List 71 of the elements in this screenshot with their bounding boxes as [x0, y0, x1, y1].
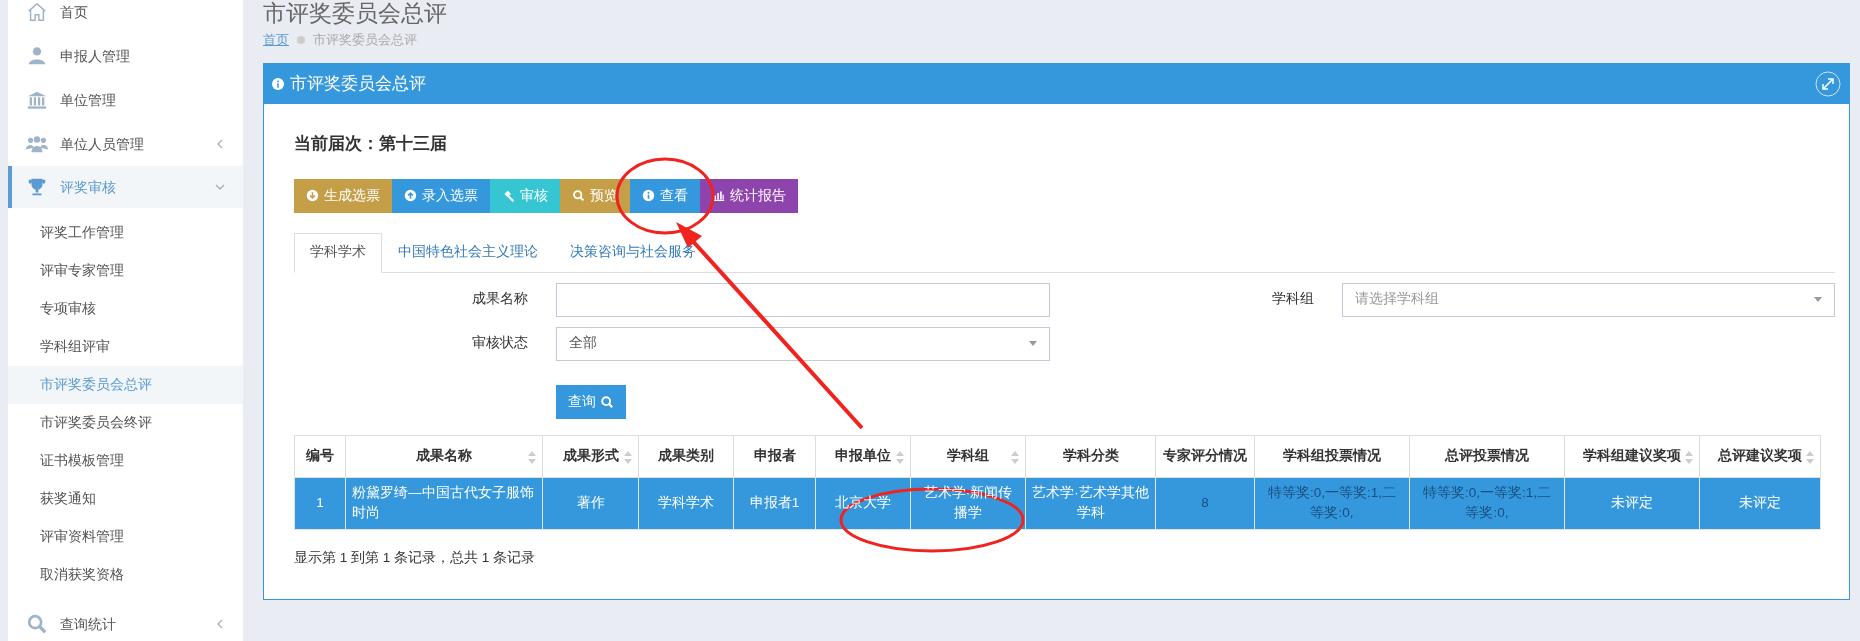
chevron-down-icon — [215, 182, 225, 192]
panel-title: 市评奖委员会总评 — [290, 73, 427, 96]
sidebar-subitem[interactable]: 学科组评审 — [8, 328, 243, 366]
gavel-icon — [502, 189, 515, 202]
table-cell: 艺术学·艺术学其他学科 — [1025, 477, 1156, 529]
caret-icon — [1814, 297, 1822, 302]
chevron-left-icon — [215, 619, 225, 629]
column-header[interactable]: 成果形式 — [542, 435, 639, 477]
table-cell: 未评定 — [1699, 477, 1821, 529]
text-field[interactable] — [556, 282, 1050, 317]
column-header: 编号 — [294, 435, 346, 477]
table-cell: 粉黛罗绮—中国古代女子服饰时尚 — [345, 477, 543, 529]
column-header[interactable]: 申报单位 — [815, 435, 911, 477]
toolbar-button[interactable]: 统计报告 — [700, 178, 798, 213]
info-icon — [272, 78, 284, 90]
sort-icon — [1011, 450, 1019, 464]
sidebar-item[interactable]: 首页 — [8, 0, 243, 34]
table-cell: 申报者1 — [733, 477, 816, 529]
tab[interactable]: 中国特色社会主义理论 — [382, 232, 554, 273]
column-header: 成果类别 — [638, 435, 734, 477]
field-label: 学科组 — [1271, 290, 1315, 309]
column-header[interactable]: 成果名称 — [345, 435, 543, 477]
select-field[interactable]: 全部 — [556, 326, 1050, 361]
sidebar-item[interactable]: 单位管理 — [8, 78, 243, 122]
table-cell: 未评定 — [1564, 477, 1700, 529]
column-header: 学科分类 — [1025, 435, 1156, 477]
breadcrumb-separator — [297, 36, 305, 44]
column-header[interactable]: 学科组 — [910, 435, 1026, 477]
field-label: 成果名称 — [471, 290, 529, 309]
upload-icon — [404, 189, 417, 202]
page-title: 市评奖委员会总评 — [263, 0, 448, 26]
sidebar-item[interactable]: 查询统计 — [8, 602, 243, 641]
tab[interactable]: 学科学术 — [294, 232, 382, 273]
breadcrumb-current: 市评奖委员会总评 — [313, 31, 417, 50]
sort-icon — [1806, 450, 1814, 464]
sidebar-subitem[interactable]: 评审资料管理 — [8, 518, 243, 556]
field-label: 审核状态 — [471, 334, 529, 353]
pagination-info: 显示第 1 到第 1 条记录，总共 1 条记录 — [294, 548, 537, 567]
table-cell: 学科学术 — [638, 477, 734, 529]
sidebar-subitem[interactable]: 获奖通知 — [8, 480, 243, 518]
caret-icon — [1029, 341, 1037, 346]
tab[interactable]: 决策咨询与社会服务 — [554, 232, 712, 273]
column-header[interactable]: 学科组建议奖项 — [1564, 435, 1700, 477]
sidebar-item[interactable]: 单位人员管理 — [8, 122, 243, 166]
sidebar-item[interactable]: 申报人管理 — [8, 34, 243, 78]
column-header[interactable]: 总评建议奖项 — [1699, 435, 1821, 477]
column-header: 专家评分情况 — [1155, 435, 1255, 477]
info-icon — [642, 189, 655, 202]
sidebar-subitem[interactable]: 评奖工作管理 — [8, 214, 243, 252]
search-icon — [600, 394, 614, 409]
sidebar-subitem[interactable]: 评审专家管理 — [8, 252, 243, 290]
sort-icon — [1685, 450, 1693, 464]
sort-icon — [624, 450, 632, 464]
bar-chart-icon — [712, 189, 725, 202]
download-icon — [306, 189, 319, 202]
sidebar-subitem[interactable]: 市评奖委员会终评 — [8, 404, 243, 442]
sidebar-subitem[interactable]: 取消获奖资格 — [8, 556, 243, 594]
search-icon — [572, 189, 585, 202]
session-heading: 当前届次：第十三届 — [294, 133, 448, 155]
table-cell: 著作 — [542, 477, 639, 529]
column-header: 学科组投票情况 — [1254, 435, 1410, 477]
column-header: 总评投票情况 — [1409, 435, 1565, 477]
sort-icon — [896, 450, 904, 464]
table-cell: 1 — [294, 477, 346, 529]
sidebar-subitem[interactable]: 专项审核 — [8, 290, 243, 328]
fullscreen-icon[interactable] — [1815, 71, 1841, 97]
sidebar-subitem[interactable]: 证书模板管理 — [8, 442, 243, 480]
users-icon — [24, 133, 50, 155]
chevron-left-icon — [215, 139, 225, 149]
column-header: 申报者 — [733, 435, 816, 477]
sort-icon — [528, 450, 536, 464]
